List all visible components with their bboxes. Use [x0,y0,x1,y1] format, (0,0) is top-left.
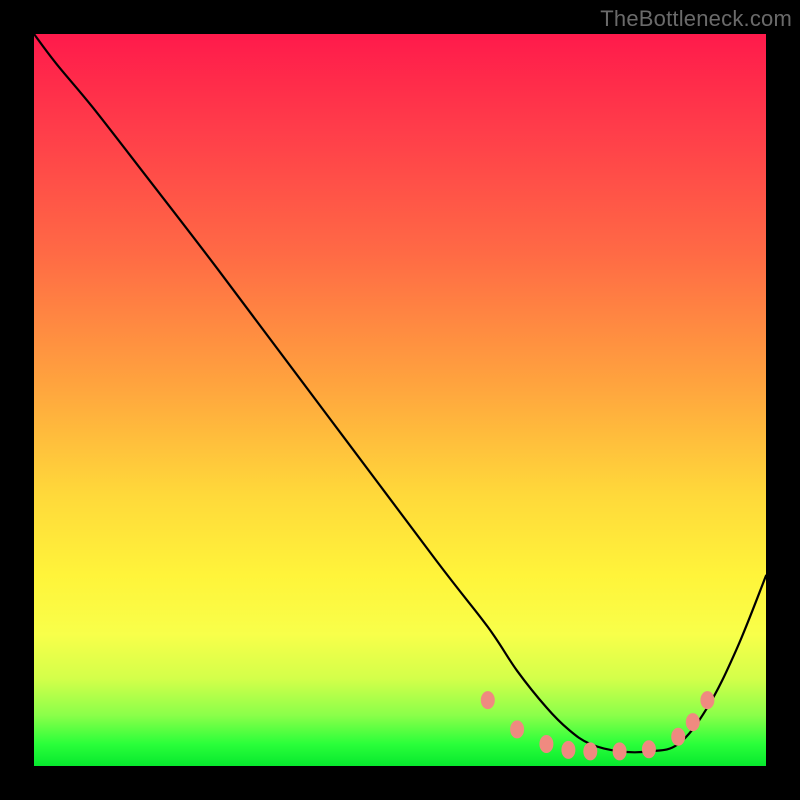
bottleneck-curve [34,34,766,752]
marker-dot [481,691,495,709]
marker-dot [583,742,597,760]
marker-dot [561,741,575,759]
marker-dot [671,728,685,746]
chart-frame: TheBottleneck.com [0,0,800,800]
attribution-label: TheBottleneck.com [600,6,792,32]
marker-dot [686,713,700,731]
marker-dot [539,735,553,753]
highlight-dots [481,691,715,760]
marker-dot [642,740,656,758]
marker-dot [700,691,714,709]
plot-area [34,34,766,766]
chart-svg [34,34,766,766]
marker-dot [613,742,627,760]
marker-dot [510,720,524,738]
